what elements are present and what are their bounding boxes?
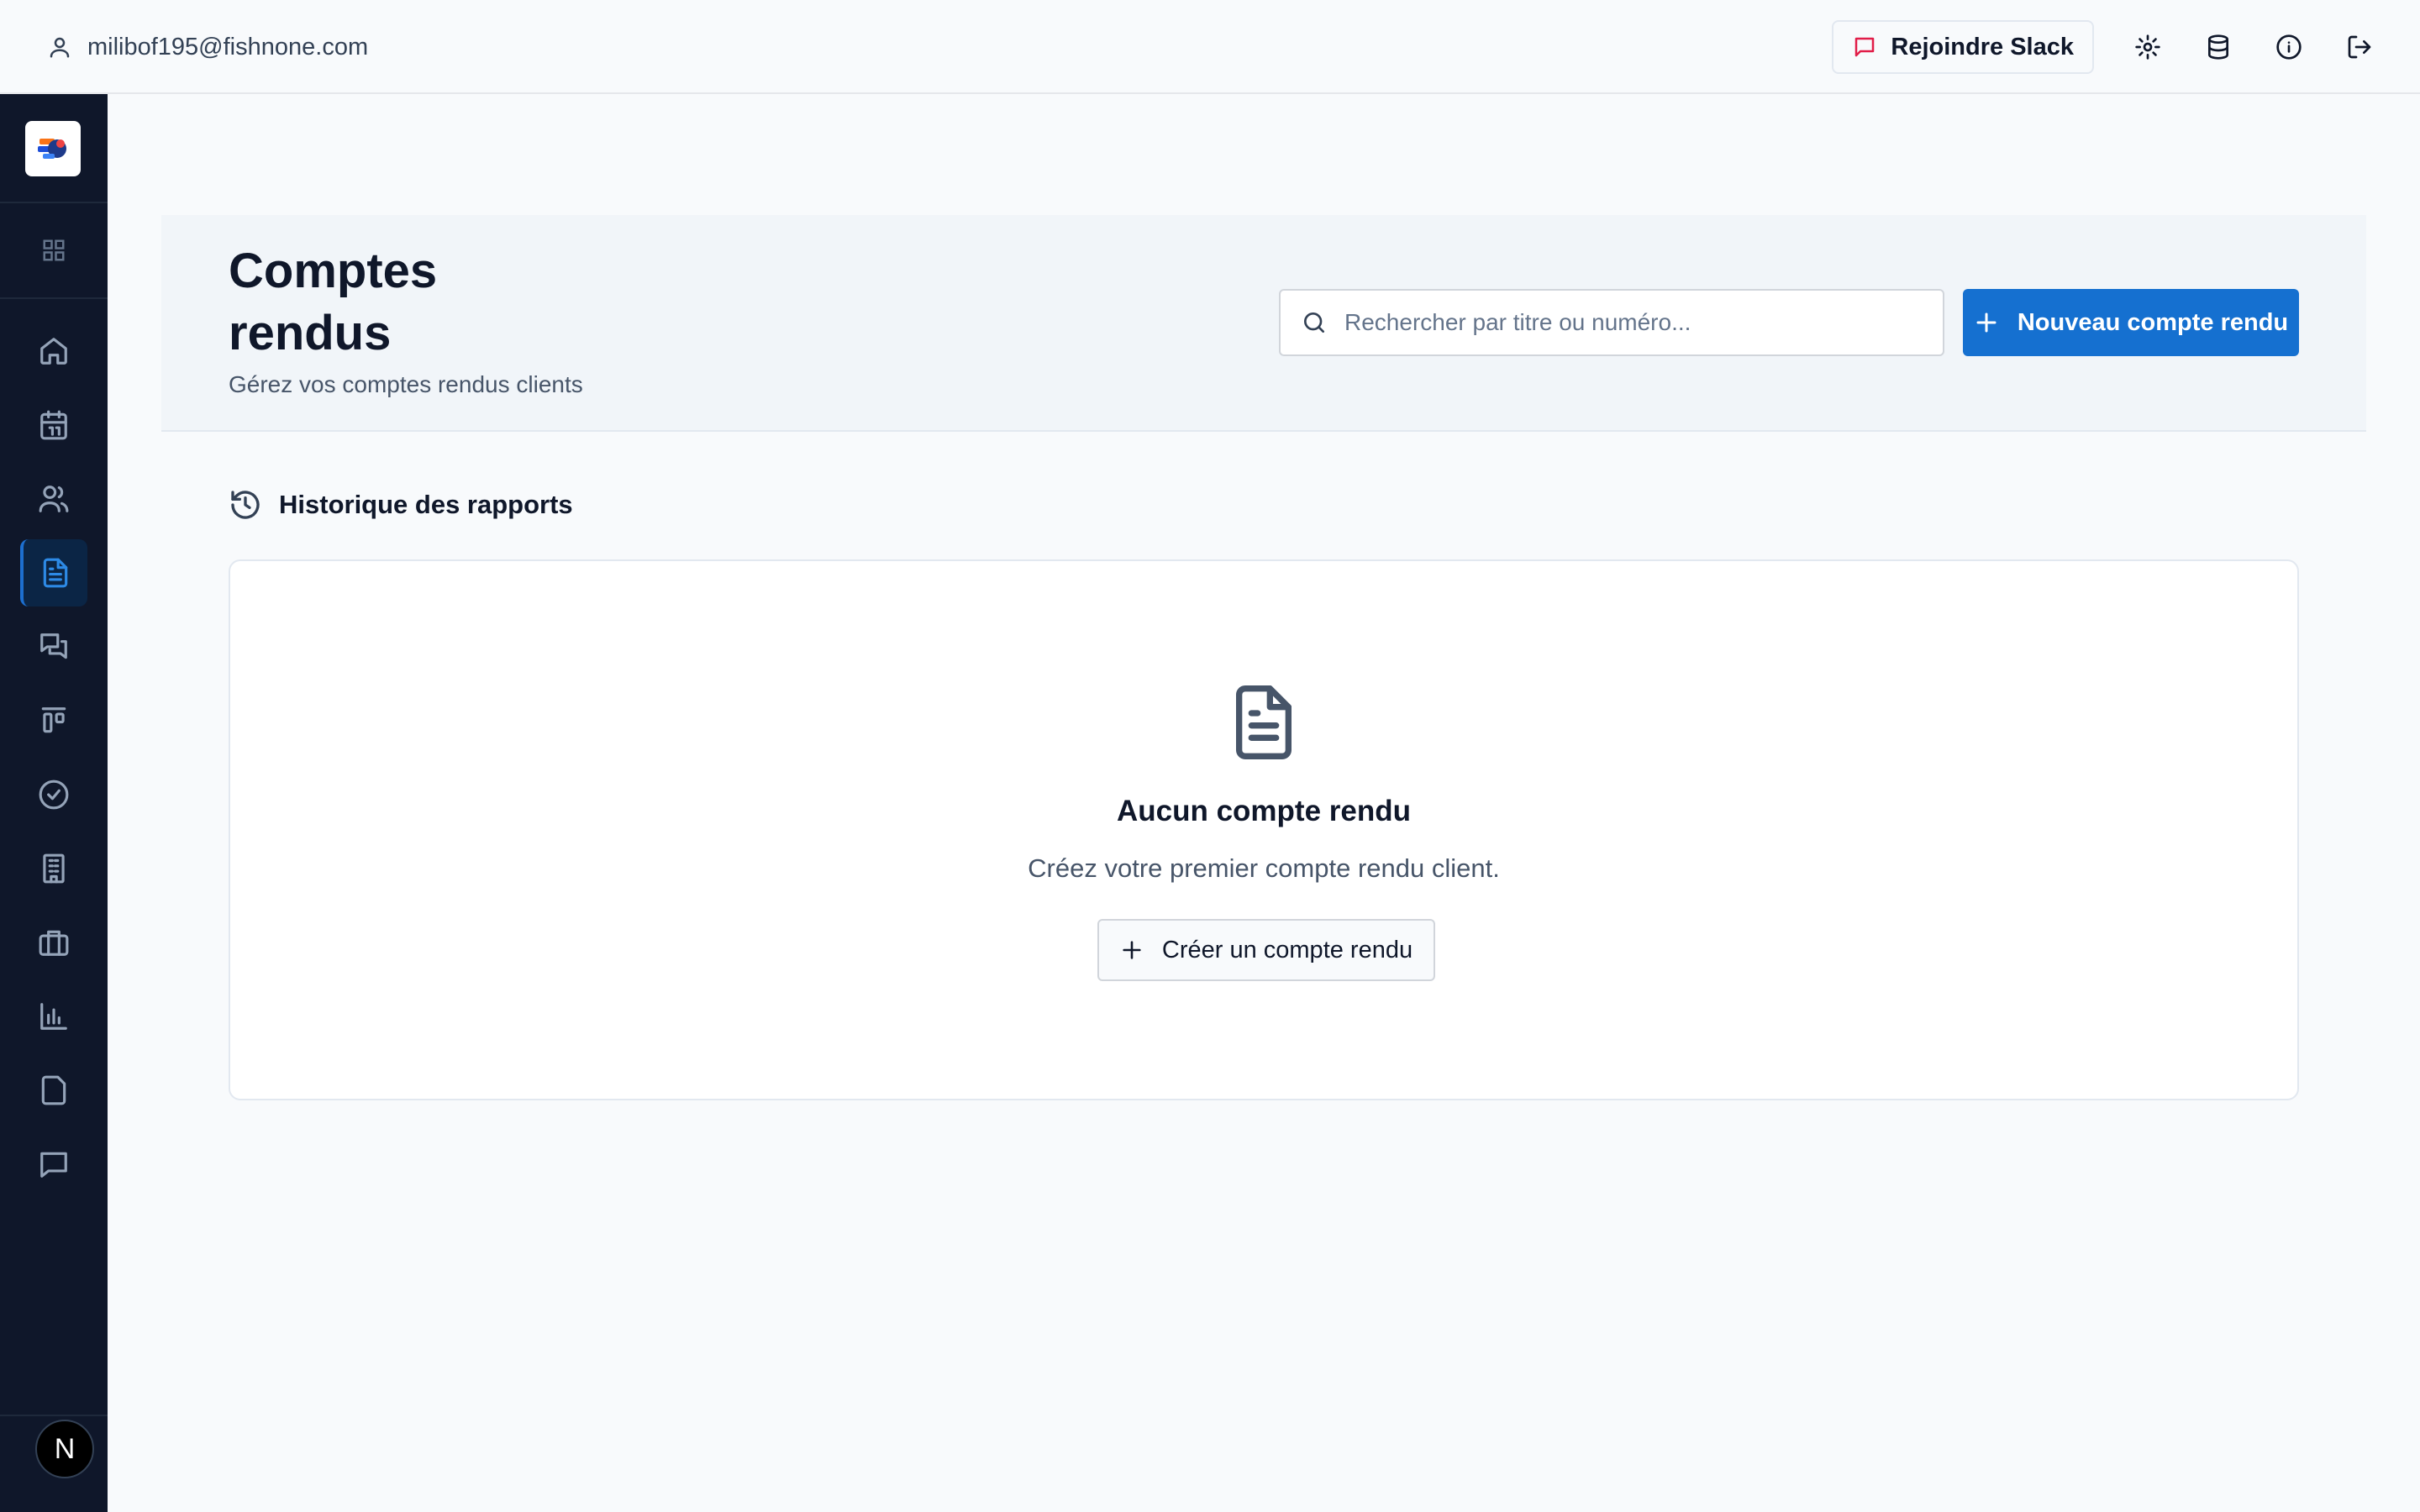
users-icon[interactable] — [20, 465, 87, 533]
file-icon[interactable] — [20, 1057, 87, 1124]
message-square-icon[interactable] — [20, 1131, 87, 1198]
avatar[interactable]: N — [35, 1420, 94, 1478]
kanban-icon[interactable] — [20, 687, 87, 754]
database-icon[interactable] — [2202, 30, 2235, 64]
create-report-label: Créer un compte rendu — [1161, 936, 1413, 963]
document-icon — [1227, 682, 1301, 763]
check-circle-icon[interactable] — [20, 761, 87, 828]
sidebar-divider — [0, 297, 108, 299]
history-title: Historique des rapports — [279, 490, 573, 519]
new-report-label: Nouveau compte rendu — [2017, 308, 2289, 336]
briefcase-icon[interactable] — [20, 909, 87, 976]
sidebar: N — [0, 94, 108, 1512]
bar-chart-icon[interactable] — [20, 983, 87, 1050]
join-slack-button[interactable]: Rejoindre Slack — [1832, 20, 2094, 74]
building-icon[interactable] — [20, 835, 87, 902]
grid-icon[interactable] — [20, 217, 87, 284]
empty-state-text: Créez votre premier compte rendu client. — [1028, 853, 1500, 883]
page-header: Comptes rendus Gérez vos comptes rendus … — [161, 215, 2366, 432]
slack-message-icon — [1852, 34, 1877, 60]
plus-icon — [1974, 310, 1999, 335]
logout-icon[interactable] — [2343, 30, 2376, 64]
app-logo[interactable] — [25, 121, 81, 176]
history-icon — [229, 488, 262, 522]
settings-icon[interactable] — [2131, 30, 2165, 64]
sidebar-divider — [0, 1415, 108, 1416]
search-field[interactable] — [1279, 289, 1944, 356]
empty-state-card: Aucun compte rendu Créez votre premier c… — [229, 559, 2299, 1100]
create-report-button[interactable]: Créer un compte rendu — [1097, 919, 1435, 981]
page-subtitle: Gérez vos comptes rendus clients — [229, 371, 583, 397]
user-info: milibof195@fishnone.com — [47, 30, 368, 64]
history-section-header: Historique des rapports — [229, 487, 573, 522]
search-icon — [1301, 309, 1328, 336]
empty-state-title: Aucun compte rendu — [1116, 795, 1412, 827]
user-email: milibof195@fishnone.com — [87, 33, 369, 60]
file-text-icon[interactable] — [20, 539, 87, 606]
messages-icon[interactable] — [20, 613, 87, 680]
home-icon[interactable] — [20, 318, 87, 385]
search-input[interactable] — [1344, 309, 1933, 336]
info-icon[interactable] — [2272, 30, 2306, 64]
sidebar-divider — [0, 202, 108, 203]
calendar-icon[interactable] — [20, 391, 87, 459]
join-slack-label: Rejoindre Slack — [1891, 33, 2074, 60]
plus-icon — [1120, 938, 1144, 962]
top-bar: milibof195@fishnone.com Rejoindre Slack — [0, 0, 2420, 94]
page-title: Comptes rendus — [229, 244, 438, 360]
user-icon — [47, 34, 72, 60]
new-report-button[interactable]: Nouveau compte rendu — [1963, 289, 2299, 356]
